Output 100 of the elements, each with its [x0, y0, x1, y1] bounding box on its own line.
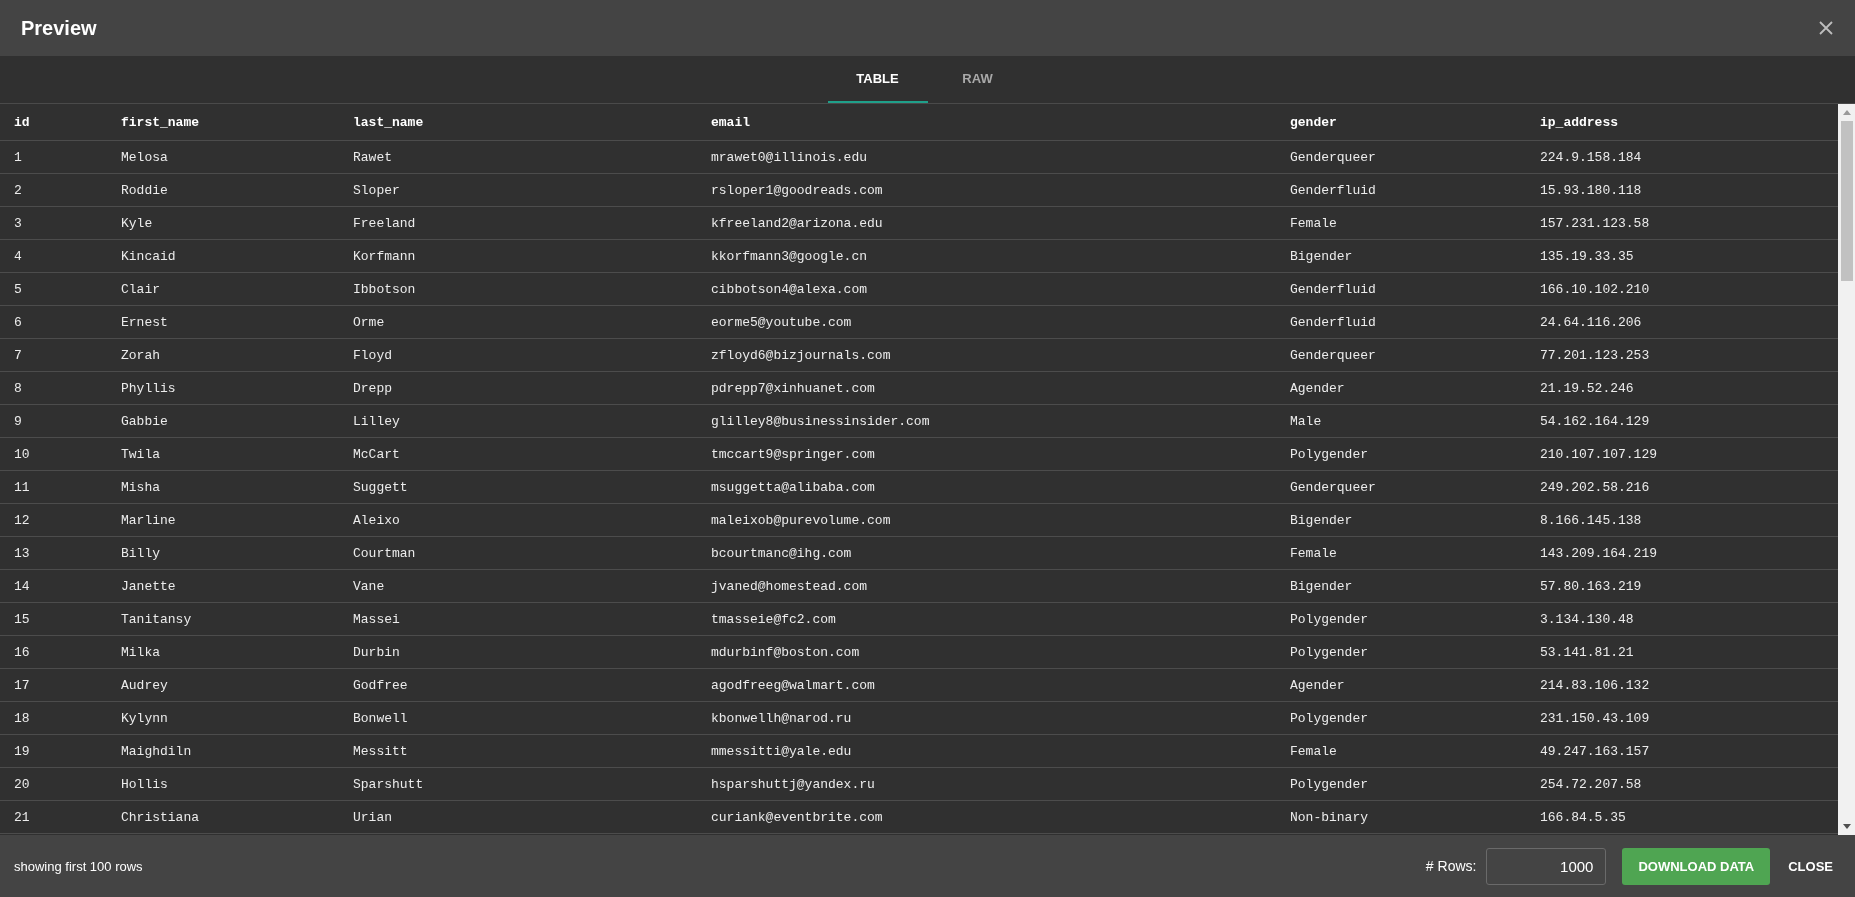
- table-cell-text: 157.231.123.58: [1540, 215, 1651, 231]
- table-cell-text: Maighdiln: [121, 743, 193, 759]
- table-cell-text: 2: [13, 182, 23, 198]
- table-cell-text: tmccart9@springer.com: [711, 446, 876, 462]
- table-cell-text: 54.162.164.129: [1540, 413, 1651, 429]
- table-cell-text: Milka: [121, 644, 161, 660]
- table-cell-text: Female: [1290, 743, 1338, 759]
- table-cell-text: Bigender: [1290, 512, 1354, 528]
- column-header: email: [711, 114, 751, 130]
- table-cell-text: Ernest: [121, 314, 169, 330]
- table-cell-text: Female: [1290, 215, 1338, 231]
- table-cell-text: Orme: [353, 314, 386, 330]
- table-cell-text: 8: [13, 380, 23, 396]
- table-cell-text: Genderqueer: [1290, 347, 1377, 363]
- table-cell-text: 6: [13, 314, 23, 330]
- table-cell-text: mmessitti@yale.edu: [711, 743, 853, 759]
- table-cell-text: jvaned@homestead.com: [711, 578, 869, 594]
- table-cell-text: 9: [13, 413, 23, 429]
- table-cell-text: Misha: [121, 479, 161, 495]
- table-cell-text: 21.19.52.246: [1540, 380, 1635, 396]
- table-cell-text: 77.201.123.253: [1540, 347, 1651, 363]
- table-cell-text: 143.209.164.219: [1540, 545, 1659, 561]
- table-cell-text: 3: [13, 215, 23, 231]
- table-cell-text: 57.80.163.219: [1540, 578, 1643, 594]
- table-cell-text: Floyd: [353, 347, 393, 363]
- table-cell-text: bcourtmanc@ihg.com: [711, 545, 853, 561]
- table-cell-text: Christiana: [121, 809, 200, 825]
- table-cell-text: Ibbotson: [353, 281, 417, 297]
- table-cell-text: Melosa: [121, 149, 169, 165]
- table-cell-text: Polygender: [1290, 446, 1369, 462]
- table-cell-text: kfreeland2@arizona.edu: [711, 215, 884, 231]
- rows-input[interactable]: 1000: [1486, 847, 1607, 885]
- table-cell-text: 53.141.81.21: [1540, 644, 1635, 660]
- table-cell-text: Korfmann: [353, 248, 417, 264]
- tab[interactable]: TABLE: [827, 56, 928, 103]
- table-cell-text: Genderfluid: [1290, 182, 1377, 198]
- table-cell-text: 18: [13, 710, 31, 726]
- table-cell-text: kkorfmann3@google.cn: [711, 248, 869, 264]
- table-cell-text: Suggett: [353, 479, 409, 495]
- table-cell-text: Genderqueer: [1290, 149, 1377, 165]
- table-cell-text: Aleixo: [353, 512, 401, 528]
- close-icon[interactable]: [1818, 20, 1834, 36]
- table-cell-text: msuggetta@alibaba.com: [711, 479, 876, 495]
- table-cell-text: 15.93.180.118: [1540, 182, 1643, 198]
- table-cell-text: 11: [13, 479, 31, 495]
- table-cell-text: 17: [13, 677, 31, 693]
- table-cell-text: 214.83.106.132: [1540, 677, 1651, 693]
- table-cell-text: pdrepp7@xinhuanet.com: [711, 380, 876, 396]
- table-cell-text: 19: [13, 743, 31, 759]
- table-cell-text: maleixob@purevolume.com: [711, 512, 892, 528]
- table-cell-text: 12: [13, 512, 31, 528]
- table-cell-text: 20: [13, 776, 31, 792]
- table-cell-text: Janette: [121, 578, 177, 594]
- table-cell-text: Drepp: [353, 380, 393, 396]
- table-cell-text: kbonwellh@narod.ru: [711, 710, 853, 726]
- column-header: id: [13, 114, 31, 130]
- column-header: gender: [1290, 114, 1338, 130]
- table-cell-text: Male: [1290, 413, 1323, 429]
- table-cell-text: Genderfluid: [1290, 314, 1377, 330]
- table-cell-text: mrawet0@illinois.edu: [711, 149, 869, 165]
- table-cell-text: Hollis: [121, 776, 169, 792]
- tab[interactable]: RAW: [927, 56, 1028, 103]
- table-cell-text: Twila: [121, 446, 161, 462]
- column-header: first_name: [121, 114, 200, 130]
- table-cell-text: 224.9.158.184: [1540, 149, 1643, 165]
- table-cell-text: Massei: [353, 611, 401, 627]
- table-cell-text: Genderqueer: [1290, 479, 1377, 495]
- table-cell-text: 231.150.43.109: [1540, 710, 1651, 726]
- table-cell-text: Zorah: [121, 347, 161, 363]
- scroll-down-icon[interactable]: [1842, 824, 1851, 829]
- column-header: last_name: [353, 114, 425, 130]
- table-cell-text: Vane: [353, 578, 386, 594]
- table-cell-text: Agender: [1290, 380, 1346, 396]
- table-cell-text: glilley8@businessinsider.com: [711, 413, 931, 429]
- table-cell-text: Genderfluid: [1290, 281, 1377, 297]
- table-cell-text: Freeland: [353, 215, 417, 231]
- table-cell-text: Marline: [121, 512, 177, 528]
- table-cell-text: 13: [13, 545, 31, 561]
- table-cell-text: Urian: [353, 809, 393, 825]
- table-cell-text: Sloper: [353, 182, 401, 198]
- table-cell-text: Agender: [1290, 677, 1346, 693]
- scrollbar[interactable]: [1838, 104, 1855, 835]
- table-cell-text: 166.10.102.210: [1540, 281, 1651, 297]
- footer-note: showing first 100 rows: [14, 858, 143, 874]
- table-cell-text: 16: [13, 644, 31, 660]
- scrollbar-thumb[interactable]: [1840, 121, 1853, 281]
- table-cell-text: 1: [13, 149, 23, 165]
- table-cell-text: Phyllis: [121, 380, 177, 396]
- scroll-up-icon[interactable]: [1842, 110, 1851, 115]
- table-cell-text: Audrey: [121, 677, 169, 693]
- table-cell-text: Sparshutt: [353, 776, 425, 792]
- column-header: ip_address: [1540, 114, 1619, 130]
- table-cell-text: 7: [13, 347, 23, 363]
- table-cell-text: 4: [13, 248, 23, 264]
- table-cell-text: Roddie: [121, 182, 169, 198]
- table-cell-text: 166.84.5.35: [1540, 809, 1627, 825]
- table-cell-text: Godfree: [353, 677, 409, 693]
- table-cell-text: Kincaid: [121, 248, 177, 264]
- table-cell-text: McCart: [353, 446, 401, 462]
- close-button[interactable]: CLOSE: [1780, 847, 1841, 885]
